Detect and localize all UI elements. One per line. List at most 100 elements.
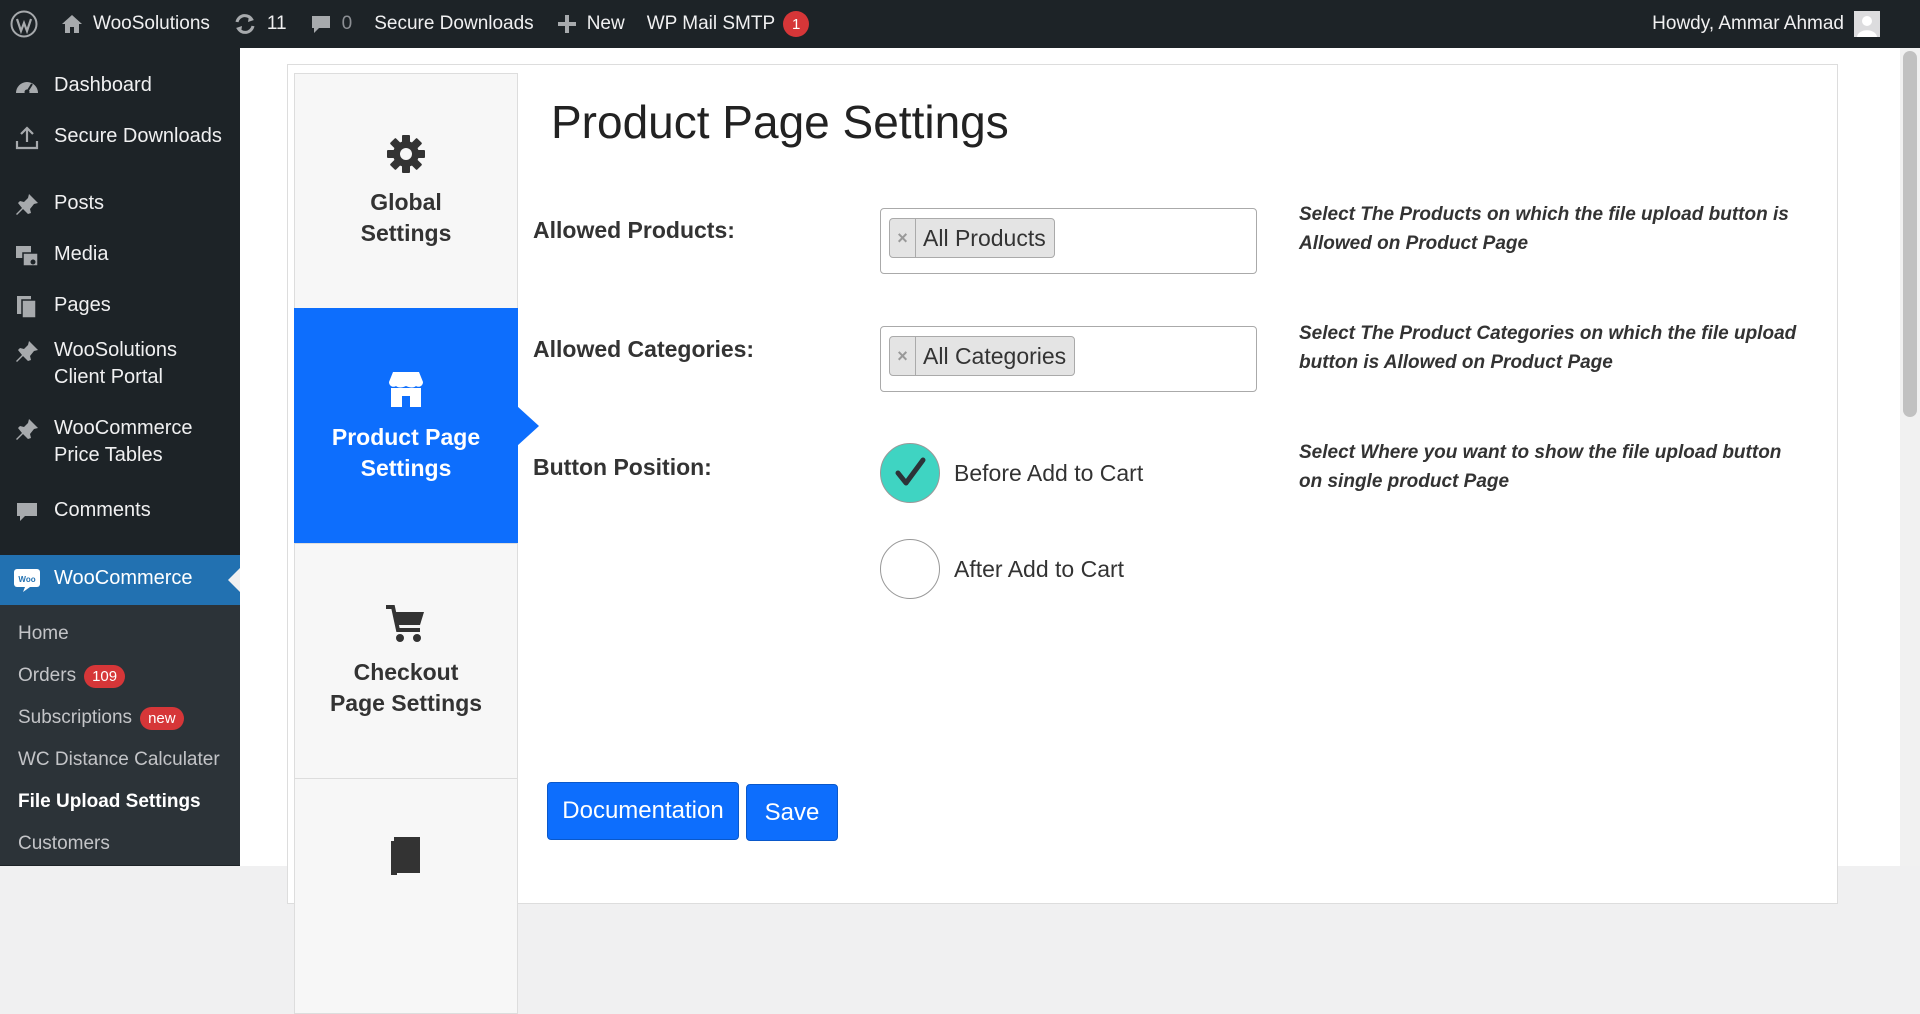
submenu-item-orders[interactable]: Orders 109	[0, 655, 240, 697]
radio-after-add-to-cart[interactable]: After Add to Cart	[880, 539, 1124, 599]
woo-icon-text: Woo	[18, 575, 35, 584]
allowed-products-select[interactable]: × All Products	[880, 208, 1257, 274]
user-icon	[1854, 11, 1880, 37]
comment-icon	[12, 497, 42, 527]
submenu-item-customers[interactable]: Customers	[0, 823, 240, 865]
allowed-products-label: Allowed Products:	[533, 217, 735, 243]
cart-icon	[384, 603, 428, 645]
scrollbar-thumb[interactable]	[1903, 51, 1917, 417]
save-button[interactable]: Save	[746, 784, 838, 841]
woo-icon: Woo	[12, 565, 42, 595]
page-title: Product Page Settings	[551, 96, 1009, 148]
tab-product-page-settings[interactable]: Product Page Settings	[294, 308, 539, 544]
tab-label-line2: Settings	[360, 220, 452, 246]
tab-label-line1: Global	[370, 189, 442, 215]
submenu-item-file-upload-settings[interactable]: File Upload Settings	[0, 781, 240, 823]
wordpress-logo-button[interactable]	[0, 0, 49, 48]
selected-chip: × All Categories	[889, 336, 1076, 376]
sidebar-item-label: Secure Downloads	[54, 125, 222, 147]
pin-icon	[12, 190, 42, 220]
submenu-item-wc-distance-calculater[interactable]: WC Distance Calculater	[0, 739, 240, 781]
updates-link[interactable]: 11	[221, 0, 298, 48]
secure-downloads-link[interactable]: Secure Downloads	[363, 0, 544, 48]
tab-global-settings[interactable]: Global Settings	[294, 73, 518, 309]
media-icon	[12, 241, 42, 271]
sidebar-item-posts[interactable]: Posts	[0, 180, 240, 231]
sidebar-item-woocommerce[interactable]: Woo WooCommerce	[0, 555, 240, 605]
chip-label: All Products	[923, 224, 1046, 251]
allowed-categories-help: Select The Product Categories on which t…	[1299, 323, 1797, 373]
comment-icon	[309, 12, 333, 36]
radio-label: After Add to Cart	[954, 555, 1125, 582]
submenu-label: Customers	[18, 833, 110, 854]
submenu-item-home[interactable]: Home	[0, 613, 240, 655]
radio-label: Before Add to Cart	[954, 459, 1144, 486]
pin-icon	[12, 415, 42, 445]
sidebar-item-label: Media	[54, 243, 109, 265]
tab-documentation[interactable]	[294, 778, 518, 1014]
sidebar-item-media[interactable]: Media	[0, 231, 240, 282]
orders-count-badge: 109	[84, 664, 126, 688]
plus-icon	[556, 13, 578, 35]
submenu-label: File Upload Settings	[18, 791, 201, 812]
my-account-link[interactable]: Howdy, Ammar Ahmad	[1652, 11, 1920, 37]
sidebar-item-dashboard[interactable]: Dashboard	[0, 62, 240, 113]
dashboard-icon	[12, 72, 42, 102]
site-name-link[interactable]: WooSolutions	[49, 0, 221, 48]
sidebar-item-woosolutions-client-portal[interactable]: WooSolutions Client Portal	[0, 333, 240, 411]
sidebar-item-woocommerce-price-tables[interactable]: WooCommerce Price Tables	[0, 411, 240, 489]
new-label: New	[586, 13, 625, 34]
submenu-label: Orders	[18, 665, 77, 686]
book-icon	[389, 835, 423, 877]
sidebar-item-label-line2: Price Tables	[54, 444, 163, 466]
site-name: WooSolutions	[93, 13, 210, 34]
allowed-categories-select[interactable]: × All Categories	[880, 326, 1257, 392]
radio-unchecked[interactable]	[880, 539, 940, 599]
upload-icon	[12, 123, 42, 153]
new-content-link[interactable]: New	[545, 0, 636, 48]
allowed-products-help: Select The Products on which the file up…	[1299, 204, 1789, 254]
chip-remove-icon[interactable]: ×	[890, 219, 916, 257]
comments-link[interactable]: 0	[298, 0, 364, 48]
sidebar-item-secure-downloads[interactable]: Secure Downloads	[0, 113, 240, 164]
comments-count: 0	[341, 13, 353, 34]
home-icon	[60, 12, 84, 36]
documentation-button[interactable]: Documentation	[547, 782, 739, 840]
greeting: Howdy, Ammar Ahmad	[1652, 13, 1844, 34]
tab-checkout-page-settings[interactable]: Checkout Page Settings	[294, 543, 518, 779]
wp-mail-smtp-label: WP Mail SMTP	[646, 13, 776, 34]
admin-sidebar: Dashboard Secure Downloads Posts Media P…	[0, 48, 240, 866]
store-icon	[385, 368, 427, 410]
button-position-help: Select Where you want to show the file u…	[1299, 442, 1782, 492]
sidebar-item-label: Pages	[54, 294, 111, 316]
sidebar-item-comments[interactable]: Comments	[0, 489, 240, 540]
tab-label-line2: Page Settings	[329, 690, 483, 716]
main-content: Global Settings Product Page Settings Chec…	[240, 48, 1900, 1014]
sidebar-item-label: WooCommerce	[54, 567, 193, 589]
tab-label-line1: Product Page	[331, 424, 481, 450]
submenu-label: WC Distance Calculater	[18, 749, 220, 770]
tab-label-line2: Settings	[360, 455, 452, 481]
wp-mail-smtp-link[interactable]: WP Mail SMTP 1	[636, 0, 820, 48]
woocommerce-submenu: Home Orders 109 Subscriptions new WC Dista…	[0, 605, 240, 865]
chip-label: All Categories	[923, 342, 1067, 369]
allowed-categories-label: Allowed Categories:	[533, 336, 755, 362]
settings-panel: Global Settings Product Page Settings Chec…	[287, 64, 1838, 1014]
settings-tabs: Global Settings Product Page Settings Chec…	[294, 73, 539, 1014]
sidebar-item-label: Posts	[54, 192, 105, 214]
tab-label-line1: Checkout	[353, 659, 459, 685]
sidebar-item-label: Dashboard	[54, 74, 152, 96]
sidebar-item-pages[interactable]: Pages	[0, 282, 240, 333]
selected-chip: × All Products	[889, 218, 1055, 258]
avatar	[1854, 11, 1880, 37]
updates-icon	[232, 11, 258, 37]
submenu-item-subscriptions[interactable]: Subscriptions new	[0, 697, 240, 739]
pin-icon	[12, 337, 42, 367]
chip-remove-icon[interactable]: ×	[890, 337, 916, 375]
submenu-label: Home	[18, 623, 69, 644]
button-position-label: Button Position:	[533, 454, 712, 480]
radio-checked[interactable]	[880, 443, 940, 503]
page-scrollbar[interactable]	[1900, 48, 1920, 866]
radio-before-add-to-cart[interactable]: Before Add to Cart	[880, 443, 1143, 503]
wordpress-icon	[10, 10, 38, 38]
